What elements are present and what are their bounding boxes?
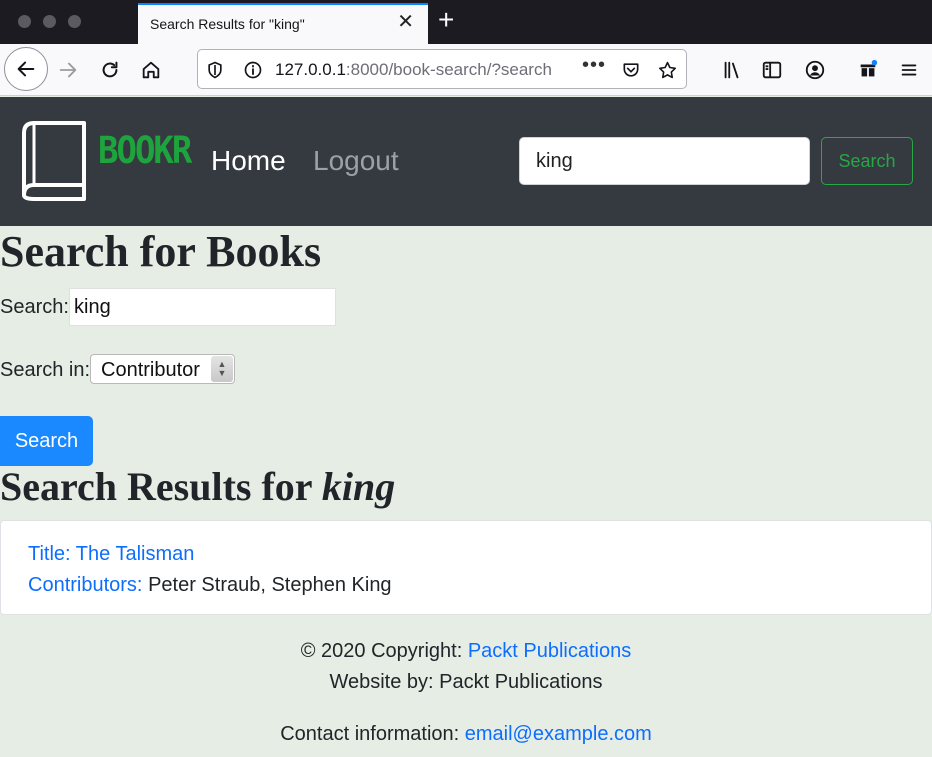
window-close-dot[interactable]	[18, 15, 31, 28]
search-in-selected-value: Contributor	[101, 359, 200, 381]
site-navbar: BOOKR Home Logout Search	[0, 97, 932, 226]
back-icon[interactable]	[4, 47, 48, 91]
menu-icon[interactable]	[891, 52, 927, 88]
result-card: Title: The Talisman Contributors: Peter …	[0, 520, 932, 615]
account-icon[interactable]	[797, 52, 833, 88]
home-icon[interactable]	[133, 52, 169, 88]
info-icon[interactable]	[242, 59, 264, 81]
tracking-shield-icon[interactable]	[204, 59, 226, 81]
reload-icon[interactable]	[92, 52, 128, 88]
search-in-select[interactable]: Contributor ▲ ▼	[90, 354, 235, 384]
window-zoom-dot[interactable]	[68, 15, 81, 28]
result-title-link[interactable]: Title: The Talisman	[28, 543, 194, 566]
contact-email-link[interactable]: email@example.com	[465, 723, 652, 745]
navbar-search-input[interactable]	[519, 137, 810, 185]
sidebar-icon[interactable]	[754, 52, 790, 88]
navbar-search-button[interactable]: Search	[821, 137, 913, 185]
result-contributors: Contributors: Peter Straub, Stephen King	[28, 574, 392, 597]
pocket-icon[interactable]	[620, 59, 642, 81]
footer-copyright: © 2020 Copyright: Packt Publications	[300, 640, 632, 662]
search-input[interactable]	[69, 288, 336, 326]
nav-logout-link[interactable]: Logout	[313, 145, 399, 177]
library-icon[interactable]	[714, 52, 750, 88]
search-submit-button[interactable]: Search	[0, 416, 93, 466]
book-logo-icon[interactable]	[20, 119, 88, 201]
browser-tab[interactable]: Search Results for "king" ✕	[138, 3, 428, 44]
search-label: Search:	[0, 296, 69, 318]
publisher-link[interactable]: Packt Publications	[468, 640, 631, 662]
browser-toolbar: 127.0.0.1:8000/book-search/?search •••	[0, 44, 932, 96]
tab-close-icon[interactable]: ✕	[397, 12, 414, 32]
brand-name[interactable]: BOOKR	[98, 129, 192, 173]
url-bar[interactable]: 127.0.0.1:8000/book-search/?search •••	[197, 49, 687, 89]
tab-title: Search Results for "king"	[150, 16, 305, 32]
results-search-term: king	[321, 464, 396, 509]
extensions-icon[interactable]	[850, 52, 886, 88]
browser-tab-strip: Search Results for "king" ✕ +	[0, 0, 932, 44]
window-minimize-dot[interactable]	[43, 15, 56, 28]
select-arrows-icon: ▲ ▼	[211, 356, 233, 382]
forward-icon[interactable]	[50, 52, 86, 88]
nav-home-link[interactable]: Home	[211, 145, 286, 177]
new-tab-icon[interactable]: +	[438, 6, 454, 34]
contributors-label[interactable]: Contributors:	[28, 574, 143, 596]
search-in-label: Search in:	[0, 359, 91, 381]
url-text[interactable]: 127.0.0.1:8000/book-search/?search	[275, 60, 573, 80]
star-icon[interactable]	[656, 59, 678, 81]
footer-contact: Contact information: email@example.com	[280, 723, 652, 745]
results-heading: Search Results for king	[0, 464, 396, 509]
contributors-names: Peter Straub, Stephen King	[148, 574, 392, 596]
page-title: Search for Books	[0, 227, 322, 276]
page-actions-icon[interactable]: •••	[582, 54, 606, 77]
footer-website-by: Website by: Packt Publications	[329, 671, 603, 693]
